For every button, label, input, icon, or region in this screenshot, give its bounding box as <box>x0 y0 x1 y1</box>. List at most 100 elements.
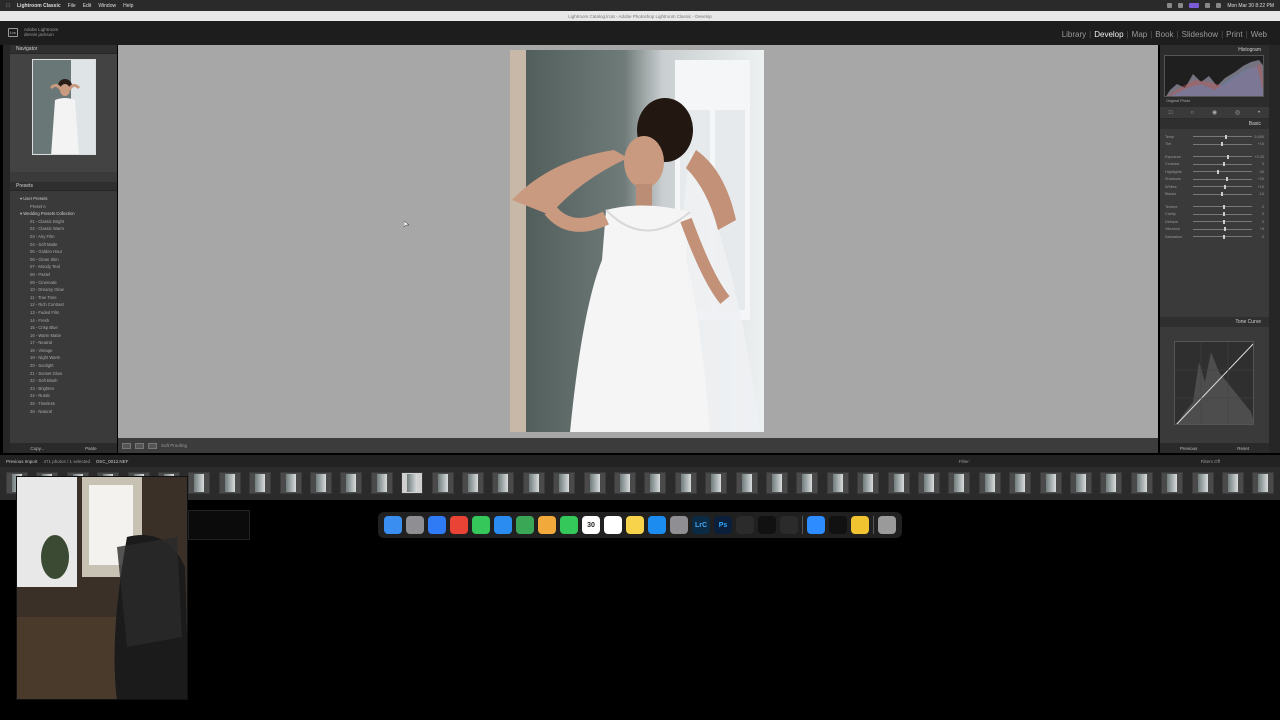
previous-button[interactable]: Previous <box>1180 446 1198 451</box>
slider-value[interactable]: -40 <box>1252 170 1265 174</box>
filmstrip-thumb[interactable] <box>1222 472 1244 494</box>
filmstrip-thumb[interactable] <box>705 472 728 494</box>
slider-track[interactable] <box>1193 142 1252 147</box>
filmstrip-thumb[interactable] <box>583 472 606 494</box>
filmstrip-thumb[interactable] <box>279 472 302 494</box>
menu-help[interactable]: Help <box>123 3 133 9</box>
module-book[interactable]: Book <box>1152 30 1176 39</box>
main-photo[interactable] <box>510 50 764 432</box>
slider-dehaze[interactable]: Dehaze 0 <box>1160 218 1269 226</box>
preset-group[interactable]: ▾ User Presets <box>20 195 117 203</box>
preset-item[interactable]: 02 - Classic Warm <box>20 225 117 233</box>
spot-removal-icon[interactable]: ○ <box>1190 110 1194 116</box>
filmstrip-thumb[interactable] <box>796 472 819 494</box>
filmstrip-thumb[interactable] <box>1130 472 1153 494</box>
preset-item[interactable]: 15 - Crisp Blue <box>20 324 117 332</box>
launchpad-icon[interactable] <box>406 516 424 534</box>
preset-item[interactable]: 11 - True Tone <box>20 294 117 302</box>
slider-value[interactable]: -10 <box>1252 192 1265 196</box>
basic-panel-header[interactable]: Basic <box>1160 119 1269 129</box>
filmstrip-thumb[interactable] <box>1252 472 1275 494</box>
copy-button[interactable]: Copy... <box>30 446 44 451</box>
slider-value[interactable]: +5 <box>1252 227 1264 231</box>
wifi-icon[interactable] <box>1178 3 1184 8</box>
filmstrip-thumb[interactable] <box>674 472 697 494</box>
module-web[interactable]: Web <box>1248 30 1270 39</box>
preset-item[interactable]: Preset A <box>20 203 117 211</box>
menu-app-name[interactable]: Lightroom Classic <box>17 3 61 9</box>
slider-blacks[interactable]: Blacks -10 <box>1160 191 1269 199</box>
module-slideshow[interactable]: Slideshow <box>1179 30 1221 39</box>
histogram-graph[interactable] <box>1164 55 1264 97</box>
slider-tint[interactable]: Tint +10 <box>1160 141 1269 149</box>
status-icon[interactable] <box>1167 3 1173 8</box>
filmstrip-thumb[interactable] <box>370 472 393 494</box>
maps-icon[interactable] <box>516 516 534 534</box>
before-after-button[interactable] <box>135 442 144 449</box>
slider-value[interactable]: +20 <box>1252 177 1264 181</box>
slider-contrast[interactable]: Contrast 0 <box>1160 161 1269 169</box>
notes-icon[interactable] <box>626 516 644 534</box>
masking-icon[interactable]: ◎ <box>1235 109 1240 116</box>
preset-item[interactable]: 05 - Golden Hour <box>20 248 117 256</box>
preset-item[interactable]: 10 - Dreamy Glow <box>20 286 117 294</box>
menu-edit[interactable]: Edit <box>83 3 92 9</box>
navigator-header[interactable]: Navigator <box>10 45 117 54</box>
slider-texture[interactable]: Texture 0 <box>1160 203 1269 211</box>
slider-value[interactable]: 0 <box>1252 205 1264 209</box>
menu-datetime[interactable]: Mon Mar 30 8:22 PM <box>1227 3 1274 9</box>
filmstrip-thumb[interactable] <box>1191 472 1214 494</box>
filmstrip-thumb[interactable] <box>887 472 910 494</box>
module-develop[interactable]: Develop <box>1091 30 1126 39</box>
safari-icon[interactable] <box>428 516 446 534</box>
slider-track[interactable] <box>1193 184 1252 189</box>
slider-knob[interactable] <box>1220 192 1223 197</box>
preset-item[interactable]: 08 - Pastel <box>20 271 117 279</box>
slider-shadows[interactable]: Shadows +20 <box>1160 176 1269 184</box>
slider-knob[interactable] <box>1222 234 1225 239</box>
soft-proofing-checkbox[interactable]: Soft Proofing <box>161 443 187 448</box>
slider-track[interactable] <box>1193 169 1252 174</box>
slider-value[interactable]: +10 <box>1252 185 1264 189</box>
slider-track[interactable] <box>1193 212 1252 217</box>
slider-knob[interactable] <box>1223 227 1226 232</box>
filmstrip-thumb[interactable] <box>249 472 272 494</box>
apple-icon[interactable]:  <box>4 3 12 9</box>
filmstrip-thumb[interactable] <box>735 472 758 494</box>
menu-file[interactable]: File <box>68 3 76 9</box>
capcut-icon[interactable] <box>758 516 776 534</box>
slider-track[interactable] <box>1193 134 1252 139</box>
slider-knob[interactable] <box>1224 184 1227 189</box>
filmstrip-thumb[interactable] <box>431 472 454 494</box>
slider-knob[interactable] <box>1216 169 1219 174</box>
chrome-icon[interactable] <box>450 516 468 534</box>
reminders-icon[interactable] <box>604 516 622 534</box>
menu-window[interactable]: Window <box>98 3 116 9</box>
preset-item[interactable]: 07 - Moody Teal <box>20 263 117 271</box>
filmstrip-thumb[interactable] <box>340 472 363 494</box>
preset-item[interactable]: 21 - Sunset Glow <box>20 370 117 378</box>
photoshop-icon[interactable]: Ps <box>714 516 732 534</box>
filmstrip-thumb[interactable] <box>310 472 332 494</box>
slider-track[interactable] <box>1193 192 1252 197</box>
slider-value[interactable]: 5,400 <box>1252 135 1264 139</box>
trash-icon[interactable] <box>878 516 896 534</box>
preset-item[interactable]: 17 - Neutral <box>20 339 117 347</box>
filmstrip-thumb[interactable] <box>1039 472 1062 494</box>
filmstrip-thumb[interactable] <box>1100 472 1123 494</box>
module-map[interactable]: Map <box>1129 30 1151 39</box>
identity-plate[interactable]: Adobe Lightroom dennis jackson <box>24 27 58 37</box>
facetime-icon[interactable] <box>560 516 578 534</box>
module-print[interactable]: Print <box>1223 30 1245 39</box>
slider-value[interactable]: 0 <box>1252 162 1264 166</box>
slider-value[interactable]: +0.30 <box>1252 155 1264 159</box>
filmstrip-thumb[interactable] <box>948 472 971 494</box>
slider-exposure[interactable]: Exposure +0.30 <box>1160 153 1269 161</box>
tone-curve-graph[interactable] <box>1174 341 1254 425</box>
slider-knob[interactable] <box>1222 219 1225 224</box>
slider-knob[interactable] <box>1222 212 1225 217</box>
preset-item[interactable]: 25 - Timeless <box>20 400 117 408</box>
slider-knob[interactable] <box>1226 177 1229 182</box>
slider-whites[interactable]: Whites +10 <box>1160 183 1269 191</box>
filmstrip-thumb[interactable] <box>218 472 241 494</box>
